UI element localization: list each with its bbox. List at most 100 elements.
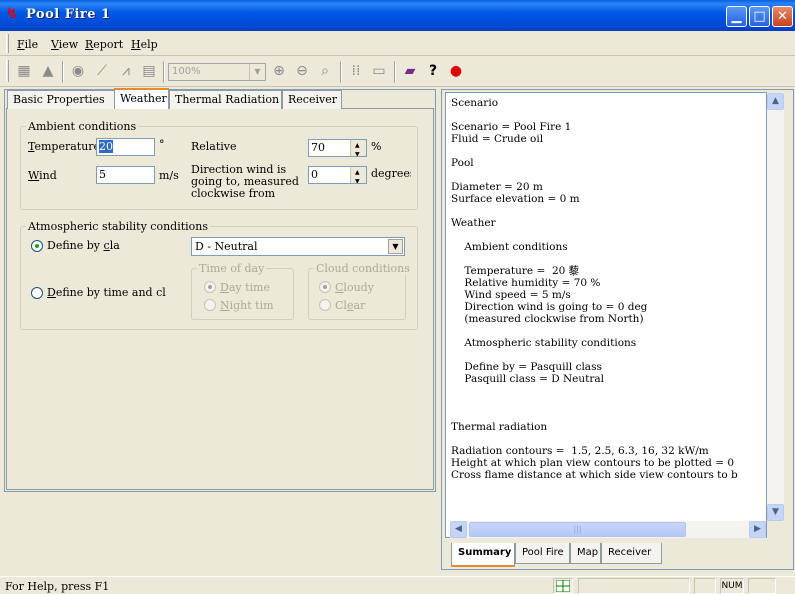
humidity-input[interactable]: 70: [308, 139, 367, 157]
wind-input[interactable]: 5: [96, 166, 155, 184]
horizontal-scroll-thumb[interactable]: |||: [469, 522, 686, 537]
summary-line: Temperature = 20 藜: [451, 265, 580, 277]
time-of-day-group: [191, 268, 294, 320]
status-cell-empty: [578, 578, 690, 594]
toolbar-separator: [163, 61, 165, 83]
zoom-in-icon[interactable]: ⊕: [269, 61, 289, 81]
summary-line: (measured clockwise from North): [451, 313, 644, 325]
status-grid-indicator: [553, 578, 573, 594]
maximize-icon: □: [753, 9, 766, 24]
grid-icon[interactable]: ⁞⁞: [346, 61, 366, 81]
summary-line: Weather: [451, 217, 496, 229]
tab-basic-properties[interactable]: Basic Properties: [7, 90, 115, 109]
book-icon[interactable]: ▰: [400, 61, 420, 81]
night-time-radio[interactable]: [204, 299, 216, 311]
night-time-label: Night tim: [220, 299, 274, 312]
temperature-label: Temperature: [28, 140, 101, 153]
tab-summary[interactable]: Summary: [451, 543, 515, 567]
toolbar-separator: [340, 61, 342, 83]
mountain-icon[interactable]: ▲: [38, 61, 58, 81]
summary-line: Surface elevation = 0 m: [451, 193, 580, 205]
humidity-spinner[interactable]: [350, 140, 366, 156]
layout-icon[interactable]: ▭: [369, 61, 389, 81]
person-icon[interactable]: ◉: [68, 61, 88, 81]
scroll-up-button[interactable]: ▲: [767, 93, 784, 110]
chevron-down-icon: ▼: [772, 507, 779, 517]
summary-line: Fluid = Crude oil: [451, 133, 544, 145]
summary-line: Define by = Pasquill class: [451, 361, 602, 373]
day-time-radio[interactable]: [204, 281, 216, 293]
tab-thermal-radiation[interactable]: Thermal Radiation: [169, 90, 282, 109]
zoom-select[interactable]: 100% ▼: [168, 63, 266, 81]
menu-report[interactable]: Report: [85, 38, 123, 51]
table-icon[interactable]: ▦: [14, 61, 34, 81]
summary-line: Height at which plan view contours to be…: [451, 457, 735, 469]
stability-class-select[interactable]: D - Neutral ▼: [191, 237, 405, 256]
grid-indicator-icon: [555, 579, 571, 593]
menu-grip[interactable]: [6, 34, 9, 53]
chevron-left-icon: ◀: [455, 524, 462, 534]
summary-line: Radiation contours = 1.5, 2.5, 6.3, 16, …: [451, 445, 709, 457]
define-by-class-radio[interactable]: [31, 240, 43, 252]
status-help-text: For Help, press F1: [5, 580, 110, 593]
vertical-scrollbar[interactable]: [767, 93, 784, 521]
title-bar[interactable]: [0, 0, 795, 31]
chevron-down-icon: ▼: [388, 239, 403, 254]
clear-radio[interactable]: [319, 299, 331, 311]
chevron-right-icon: ▶: [754, 524, 761, 534]
summary-line: Wind speed = 5 m/s: [451, 289, 571, 301]
direction-label: Direction wind is going to, measured clo…: [191, 163, 299, 200]
report-icon[interactable]: ▤: [139, 61, 159, 81]
direction-input[interactable]: 0: [308, 166, 367, 184]
graph-icon[interactable]: ⟋: [92, 61, 112, 81]
clear-label: Clear: [335, 299, 366, 312]
summary-line: Diameter = 20 m: [451, 181, 543, 193]
summary-line: Direction wind is going to = 0 deg: [451, 301, 648, 313]
zoom-icon[interactable]: ⌕: [315, 61, 335, 81]
direction-spinner[interactable]: [350, 167, 366, 183]
status-cell-empty-3: [748, 578, 776, 594]
toolbar-grip[interactable]: [6, 60, 9, 82]
ambient-conditions-title: Ambient conditions: [26, 120, 139, 133]
summary-line: Thermal radiation: [451, 421, 548, 433]
stability-title: Atmospheric stability conditions: [26, 220, 211, 233]
cloud-conditions-title: Cloud conditions: [314, 262, 412, 275]
scroll-down-button[interactable]: ▼: [767, 504, 784, 521]
chevron-up-icon: ▲: [772, 96, 779, 106]
tab-map[interactable]: Map: [570, 543, 601, 564]
summary-line: Pasquill class = D Neutral: [451, 373, 605, 385]
summary-line: Pool: [451, 157, 474, 169]
summary-line: Scenario = Pool Fire 1: [451, 121, 572, 133]
summary-line: Scenario: [451, 97, 499, 109]
tab-receiver[interactable]: Receiver: [282, 90, 342, 109]
tab-receiver-output[interactable]: Receiver: [601, 543, 662, 564]
humidity-unit: %: [371, 140, 382, 153]
summary-line: Atmospheric stability conditions: [451, 337, 637, 349]
menu-file[interactable]: File: [17, 38, 38, 51]
cloud-conditions-group: [308, 268, 406, 320]
wind-label: Wind: [28, 169, 57, 182]
menu-view[interactable]: View: [51, 38, 78, 51]
close-button[interactable]: ✕: [772, 6, 793, 27]
tab-weather[interactable]: Weather: [114, 88, 169, 109]
help-icon[interactable]: ?: [423, 61, 443, 81]
minimize-button[interactable]: ▁: [726, 6, 747, 27]
temperature-input[interactable]: 20: [96, 138, 155, 156]
window-title: Pool Fire 1: [26, 7, 111, 22]
define-by-class-label: Define by cla: [47, 239, 120, 252]
summary-line: Cross flame distance at which side view …: [451, 469, 738, 481]
zoom-out-icon[interactable]: ⊖: [292, 61, 312, 81]
define-by-time-radio[interactable]: [31, 287, 43, 299]
temperature-unit: °: [159, 138, 165, 151]
stop-icon[interactable]: ●: [446, 61, 466, 81]
graph-2-icon[interactable]: ⩘: [116, 61, 136, 81]
menu-help[interactable]: Help: [131, 38, 158, 51]
scroll-right-button[interactable]: ▶: [749, 521, 766, 538]
tab-pool-fire[interactable]: Pool Fire: [515, 543, 570, 564]
summary-line: Relative humidity = 70 %: [451, 277, 601, 289]
chevron-down-icon: ▼: [249, 64, 265, 80]
maximize-button[interactable]: □: [749, 6, 770, 27]
scroll-left-button[interactable]: ◀: [450, 521, 467, 538]
minimize-icon: ▁: [731, 9, 742, 24]
cloudy-radio[interactable]: [319, 281, 331, 293]
